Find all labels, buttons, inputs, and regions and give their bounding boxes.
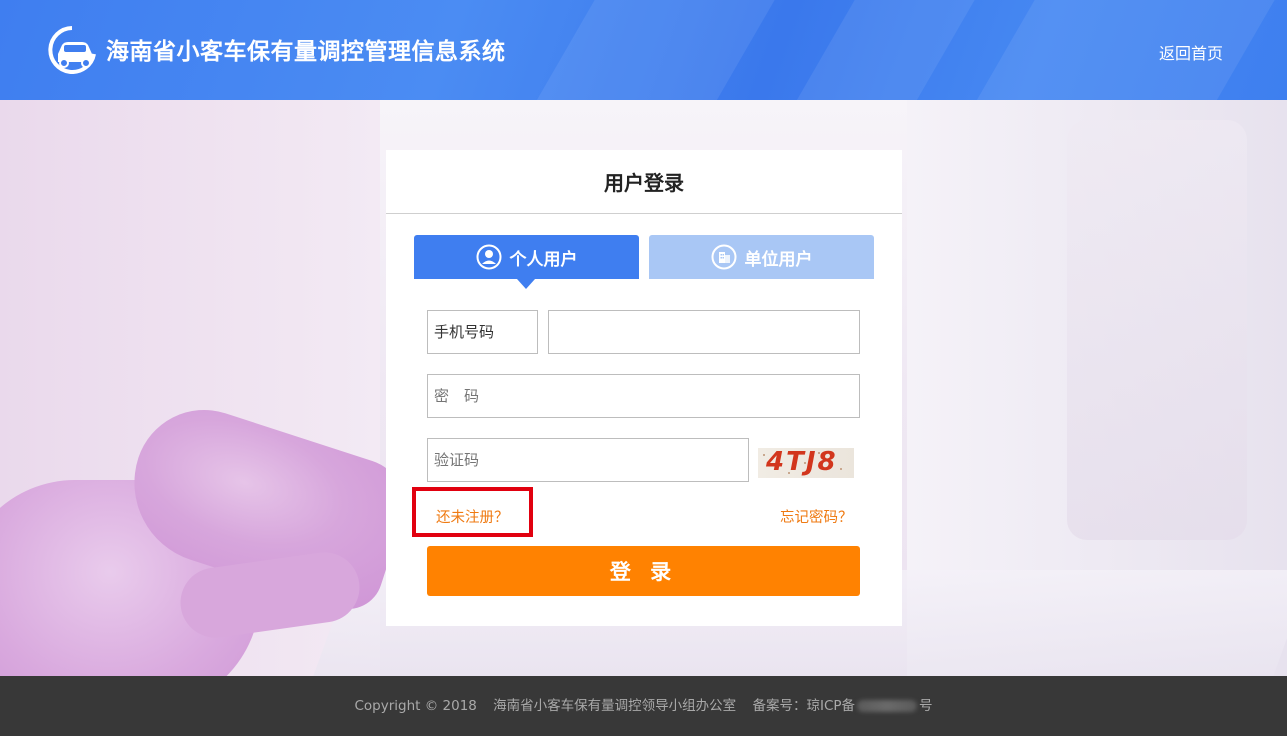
captcha-input-wrapper [427,438,749,482]
background-monitor [1067,120,1247,540]
icp-prefix: 备案号：琼ICP备 [752,698,856,714]
active-tab-pointer [517,279,535,289]
phone-input[interactable] [549,311,859,353]
page-footer: Copyright © 2018 海南省小客车保有量调控领导小组办公室 备案号：… [0,676,1287,736]
organization-text: 海南省小客车保有量调控领导小组办公室 [493,698,737,714]
login-button[interactable]: 登 录 [427,546,860,596]
forgot-password-link[interactable]: 忘记密码？ [780,506,853,527]
tab-personal-user[interactable]: 个人用户 [414,235,639,279]
site-title: 海南省小客车保有量调控管理信息系统 [106,39,506,65]
icp-record: 备案号：琼ICP备 号 [752,698,932,714]
return-home-link[interactable]: 返回首页 [1159,40,1223,64]
password-input[interactable] [428,375,859,417]
captcha-input[interactable] [428,439,748,481]
header-decoration [502,0,798,100]
tab-personal-label: 个人用户 [509,249,578,270]
building-icon [711,244,736,270]
phone-input-wrapper [548,310,860,354]
top-header: 海南省小客车保有量调控管理信息系统 返回首页 [0,0,1287,100]
register-link[interactable]: 还未注册？ [436,506,509,527]
car-logo-icon [48,26,96,74]
redacted-icp-number [857,700,918,712]
phone-label: 手机号码 [427,310,538,354]
tab-unit-user[interactable]: 单位用户 [649,235,874,279]
tab-unit-label: 单位用户 [744,249,813,270]
captcha-text: 4TJ8 [766,448,838,477]
copyright-text: Copyright © 2018 [354,698,477,714]
password-input-wrapper [427,374,860,418]
captcha-image[interactable]: 4TJ8 [758,448,854,478]
header-decoration [942,0,1287,100]
icp-suffix: 号 [919,698,933,714]
login-card: 用户登录 个人用户 单位用户 手机号码 验证码 4TJ8 还未注册？ 忘记密码？… [386,150,902,626]
login-title: 用户登录 [386,150,902,214]
header-decoration [762,0,998,100]
user-circle-icon [476,244,501,270]
